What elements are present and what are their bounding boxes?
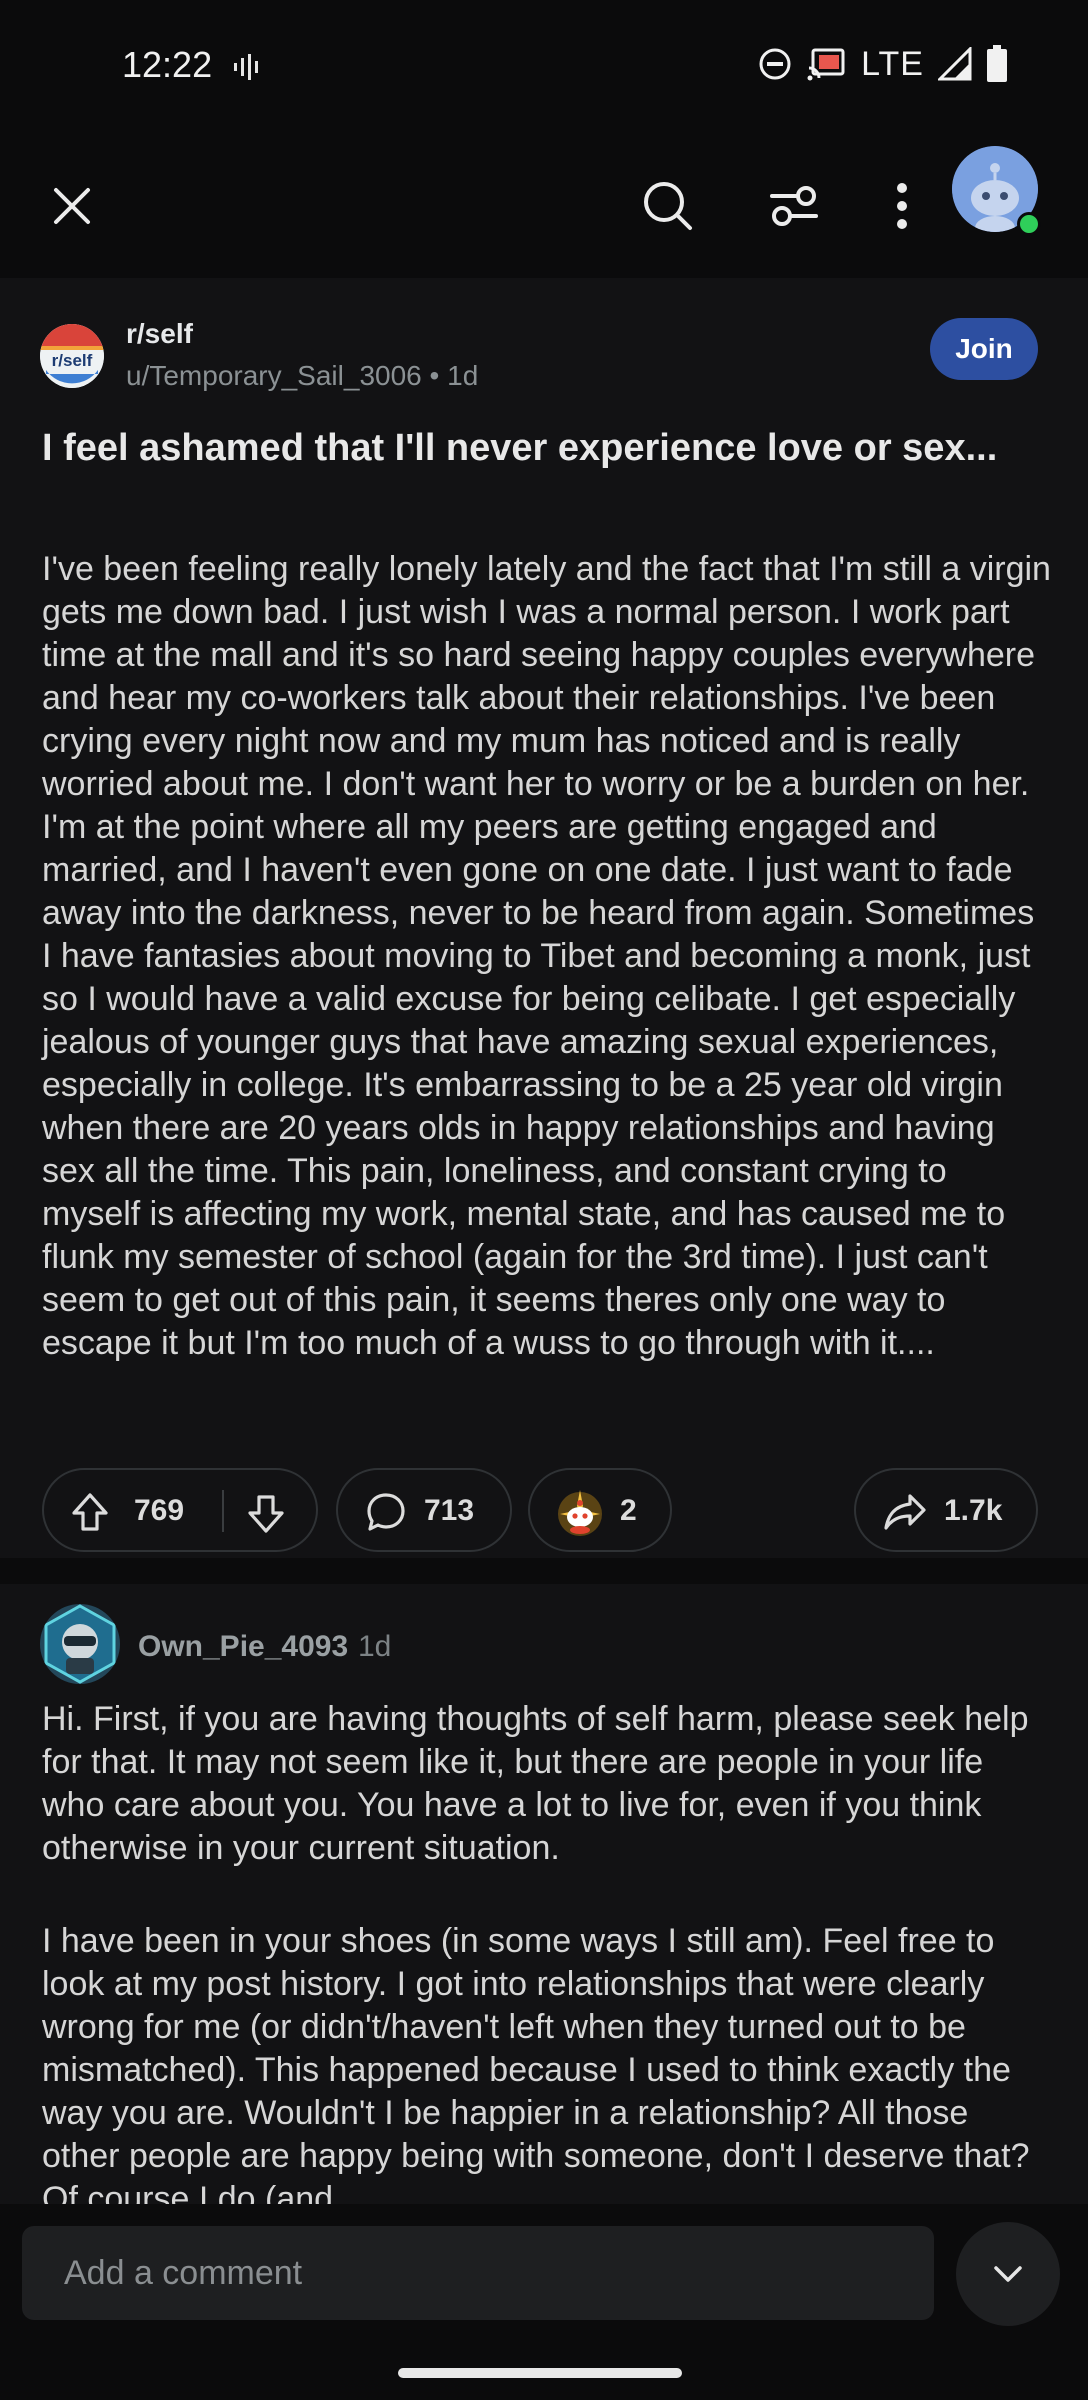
sort-icon bbox=[770, 186, 818, 226]
upvote-count: 769 bbox=[134, 1494, 185, 1527]
vote-pill: 769 bbox=[42, 1468, 318, 1552]
share-button[interactable]: 1.7k bbox=[854, 1468, 1038, 1552]
subreddit-avatar[interactable]: r/self bbox=[40, 324, 104, 388]
close-button[interactable] bbox=[40, 174, 104, 238]
comment-icon bbox=[367, 1493, 405, 1531]
post-body: I've been feeling really lonely lately a… bbox=[42, 550, 1051, 1362]
search-button[interactable] bbox=[636, 174, 700, 238]
comment-input[interactable]: Add a comment bbox=[22, 2226, 934, 2320]
comments-button[interactable]: 713 bbox=[336, 1468, 512, 1552]
subreddit-logo-text: r/self bbox=[52, 351, 93, 370]
status-icons: LTE bbox=[757, 44, 1008, 84]
vote-divider bbox=[222, 1490, 224, 1532]
status-bar: 12:22 LTE bbox=[0, 0, 1088, 130]
search-icon bbox=[644, 182, 692, 230]
join-button[interactable]: Join bbox=[930, 318, 1038, 380]
comment-author[interactable]: Own_Pie_4093 bbox=[138, 1630, 348, 1664]
more-icon bbox=[897, 183, 907, 229]
cast-icon bbox=[807, 48, 845, 81]
post-author[interactable]: u/Temporary_Sail_3006 bbox=[126, 360, 422, 391]
subreddit-logo-icon: r/self bbox=[40, 324, 104, 388]
more-options-button[interactable] bbox=[870, 174, 934, 238]
share-icon bbox=[884, 1494, 926, 1530]
award-icon bbox=[558, 1490, 602, 1536]
meta-separator: • bbox=[429, 360, 448, 391]
gesture-home-bar[interactable] bbox=[398, 2368, 682, 2378]
post-title: I feel ashamed that I'll never experienc… bbox=[42, 427, 998, 469]
comment-count: 713 bbox=[424, 1494, 475, 1527]
downvote-icon[interactable] bbox=[244, 1492, 288, 1536]
award-button[interactable]: 2 bbox=[528, 1468, 672, 1552]
comment-age: 1d bbox=[358, 1630, 392, 1663]
battery-icon bbox=[987, 45, 1007, 82]
comment-paragraph: Hi. First, if you are having thoughts of… bbox=[42, 1700, 1029, 1867]
post-actions: 769 713 2 1.7k bbox=[42, 1468, 1042, 1554]
do-not-disturb-icon bbox=[759, 48, 791, 80]
audio-wave-icon bbox=[234, 54, 258, 80]
collapse-button[interactable] bbox=[956, 2222, 1060, 2326]
upvote-icon[interactable] bbox=[68, 1490, 112, 1534]
comment-avatar[interactable] bbox=[40, 1604, 120, 1684]
network-type: LTE bbox=[861, 44, 924, 83]
post-card: r/self r/self u/Temporary_Sail_3006 • 1d… bbox=[0, 278, 1088, 1558]
comment-paragraph: I have been in your shoes (in some ways … bbox=[42, 1922, 1030, 2204]
signal-icon bbox=[938, 47, 972, 81]
sort-button[interactable] bbox=[762, 174, 826, 238]
online-status-dot bbox=[1017, 212, 1041, 236]
comment-composer: Add a comment bbox=[0, 2204, 1088, 2400]
comment-card: Own_Pie_4093 1d Hi. First, if you are ha… bbox=[0, 1584, 1088, 2204]
comment-body: Hi. First, if you are having thoughts of… bbox=[42, 1698, 1052, 2204]
post-meta: u/Temporary_Sail_3006 • 1d bbox=[126, 360, 478, 392]
top-toolbar bbox=[0, 130, 1088, 278]
award-count: 2 bbox=[620, 1494, 637, 1527]
subreddit-name[interactable]: r/self bbox=[126, 318, 193, 350]
post-age: 1d bbox=[447, 360, 479, 391]
share-count: 1.7k bbox=[944, 1494, 1003, 1527]
chevron-down-icon bbox=[994, 2266, 1022, 2282]
user-avatar-icon bbox=[44, 1604, 116, 1684]
status-time: 12:22 bbox=[122, 44, 213, 85]
close-icon bbox=[54, 188, 90, 224]
